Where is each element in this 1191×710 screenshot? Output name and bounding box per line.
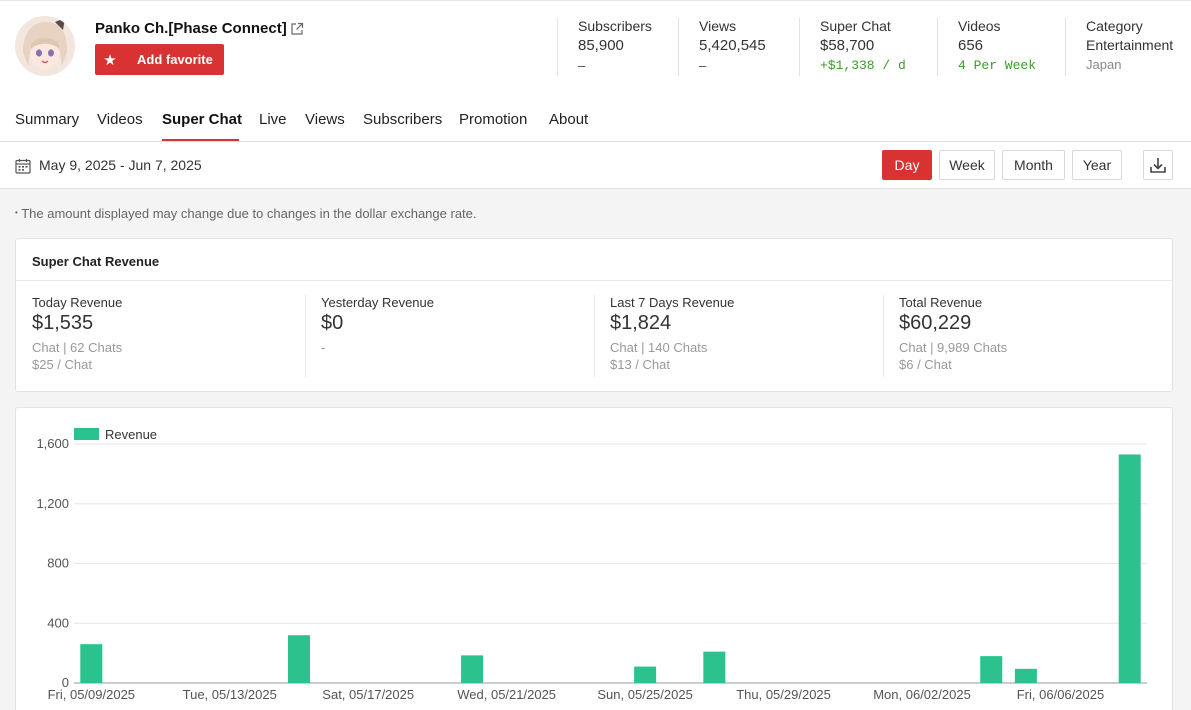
period-week-button[interactable]: Week bbox=[939, 150, 995, 180]
revenue-chats: Chat | 9,989 Chats bbox=[899, 340, 1008, 355]
revenue-chats: - bbox=[321, 340, 326, 355]
tab-views[interactable]: Views bbox=[305, 111, 345, 128]
bullet-icon: • bbox=[15, 208, 18, 217]
x-tick-label: Sat, 05/17/2025 bbox=[322, 687, 414, 702]
top-divider bbox=[0, 0, 1191, 1]
exchange-rate-note: • The amount displayed may change due to… bbox=[15, 206, 477, 221]
active-tab-indicator bbox=[162, 139, 239, 141]
yesterday-revenue: Yesterday Revenue $0 - bbox=[321, 295, 434, 377]
stat-value: 656 bbox=[958, 37, 984, 54]
revenue-divider bbox=[594, 295, 595, 377]
stat-value: 85,900 bbox=[578, 37, 624, 54]
revenue-bar bbox=[634, 666, 657, 683]
revenue-value: $1,824 bbox=[610, 312, 672, 334]
period-month-button[interactable]: Month bbox=[1002, 150, 1065, 180]
note-text: The amount displayed may change due to c… bbox=[21, 206, 477, 221]
revenue-divider bbox=[883, 295, 884, 377]
stat-value: Entertainment bbox=[1086, 37, 1174, 53]
stat-videos: Videos 656 4 Per Week bbox=[937, 18, 1036, 76]
revenue-bar bbox=[287, 635, 310, 683]
x-tick-label: Fri, 05/09/2025 bbox=[48, 687, 135, 702]
stat-header: Super Chat bbox=[820, 18, 891, 34]
tab-subscribers[interactable]: Subscribers bbox=[363, 111, 442, 128]
revenue-header: Last 7 Days Revenue bbox=[610, 295, 735, 310]
revenue-bar-chart: 04008001,2001,600Fri, 05/09/2025 Tue, 05/… bbox=[36, 427, 1147, 702]
add-favorite-button[interactable]: ★ Add favorite bbox=[95, 44, 224, 75]
x-tick-label: Wed, 05/21/2025 bbox=[457, 687, 556, 702]
legend-swatch bbox=[74, 428, 99, 440]
tab-live[interactable]: Live bbox=[259, 111, 287, 128]
channel-name: Panko Ch.[Phase Connect] bbox=[95, 20, 287, 37]
card-divider bbox=[16, 280, 1172, 281]
channel-avatar[interactable] bbox=[15, 16, 75, 76]
today-revenue: Today Revenue $1,535 Chat | 62 Chats $25… bbox=[32, 295, 122, 377]
revenue-divider bbox=[305, 295, 306, 377]
y-tick-label: 1,600 bbox=[36, 436, 69, 451]
stat-super-chat: Super Chat $58,700 +$1,338 / d bbox=[799, 18, 906, 76]
stat-value: $58,700 bbox=[820, 37, 875, 54]
date-toolbar: May 9, 2025 - Jun 7, 2025 Day Week Month… bbox=[0, 142, 1191, 189]
stat-sub: +$1,338 / d bbox=[820, 58, 906, 73]
x-tick-label: Mon, 06/02/2025 bbox=[873, 687, 971, 702]
stat-category: Category Entertainment Japan bbox=[1065, 18, 1173, 76]
add-favorite-label: Add favorite bbox=[137, 52, 213, 67]
revenue-bar bbox=[461, 655, 484, 683]
y-tick-label: 800 bbox=[47, 556, 69, 571]
y-tick-label: 1,200 bbox=[36, 496, 69, 511]
period-year-button[interactable]: Year bbox=[1072, 150, 1122, 180]
legend-label: Revenue bbox=[105, 427, 157, 442]
date-range-picker[interactable]: May 9, 2025 - Jun 7, 2025 bbox=[39, 157, 202, 173]
revenue-value: $0 bbox=[321, 312, 344, 334]
stat-header: Videos bbox=[958, 18, 1001, 34]
stat-sub: 4 Per Week bbox=[958, 58, 1037, 73]
external-link-icon[interactable] bbox=[290, 22, 304, 36]
x-tick-label: Fri, 06/06/2025 bbox=[1017, 687, 1104, 702]
star-icon: ★ bbox=[103, 51, 117, 69]
calendar-icon[interactable] bbox=[15, 158, 31, 174]
tab-summary[interactable]: Summary bbox=[15, 111, 79, 128]
revenue-bar bbox=[1014, 668, 1037, 683]
revenue-per-chat: $13 / Chat bbox=[610, 357, 670, 372]
stat-sub: Japan bbox=[1086, 57, 1122, 72]
revenue-bar bbox=[80, 644, 103, 683]
y-tick-label: 400 bbox=[47, 615, 69, 630]
tab-promotion[interactable]: Promotion bbox=[459, 111, 527, 128]
stat-header: Views bbox=[699, 18, 737, 34]
revenue-bar bbox=[980, 656, 1003, 683]
tab-videos[interactable]: Videos bbox=[97, 111, 143, 128]
revenue-chart-card: 0 400 800 1,200 1,600 Fri, 05/09/2025 Tue, 05/… bbox=[15, 407, 1173, 710]
tab-about[interactable]: About bbox=[549, 111, 588, 128]
stat-header: Subscribers bbox=[578, 18, 652, 34]
x-tick-label: Tue, 05/13/2025 bbox=[183, 687, 277, 702]
revenue-value: $1,535 bbox=[32, 312, 94, 334]
nav-tabs: Summary Videos Super Chat Live Views Sub… bbox=[0, 104, 1191, 142]
stat-sub: – bbox=[578, 58, 586, 73]
revenue-value: $60,229 bbox=[899, 312, 972, 334]
download-icon bbox=[1150, 158, 1166, 173]
revenue-header: Total Revenue bbox=[899, 295, 983, 310]
revenue-header: Today Revenue bbox=[32, 295, 123, 310]
card-title: Super Chat Revenue bbox=[32, 254, 160, 269]
stat-value: 5,420,545 bbox=[699, 37, 766, 54]
x-tick-label: Sun, 05/25/2025 bbox=[597, 687, 692, 702]
stat-subscribers: Subscribers 85,900 – bbox=[557, 18, 652, 76]
stat-header: Category bbox=[1086, 18, 1143, 34]
revenue-per-chat: $25 / Chat bbox=[32, 357, 92, 372]
revenue-chats: Chat | 62 Chats bbox=[32, 340, 123, 355]
download-button[interactable] bbox=[1143, 150, 1173, 180]
period-day-button[interactable]: Day bbox=[882, 150, 932, 180]
tab-super-chat[interactable]: Super Chat bbox=[162, 111, 242, 128]
stat-views: Views 5,420,545 – bbox=[678, 18, 766, 76]
revenue-per-chat: $6 / Chat bbox=[899, 357, 952, 372]
x-tick-label: Thu, 05/29/2025 bbox=[736, 687, 831, 702]
revenue-bar bbox=[1118, 454, 1141, 683]
revenue-header: Yesterday Revenue bbox=[321, 295, 434, 310]
total-revenue: Total Revenue $60,229 Chat | 9,989 Chats… bbox=[899, 295, 1007, 377]
super-chat-revenue-card: Super Chat Revenue Today Revenue $1,535 … bbox=[15, 238, 1173, 392]
revenue-chats: Chat | 140 Chats bbox=[610, 340, 708, 355]
stat-sub: – bbox=[699, 58, 707, 73]
avatar-image bbox=[15, 16, 75, 76]
revenue-bar bbox=[703, 651, 726, 683]
last-7-days-revenue: Last 7 Days Revenue $1,824 Chat | 140 Ch… bbox=[610, 295, 734, 377]
